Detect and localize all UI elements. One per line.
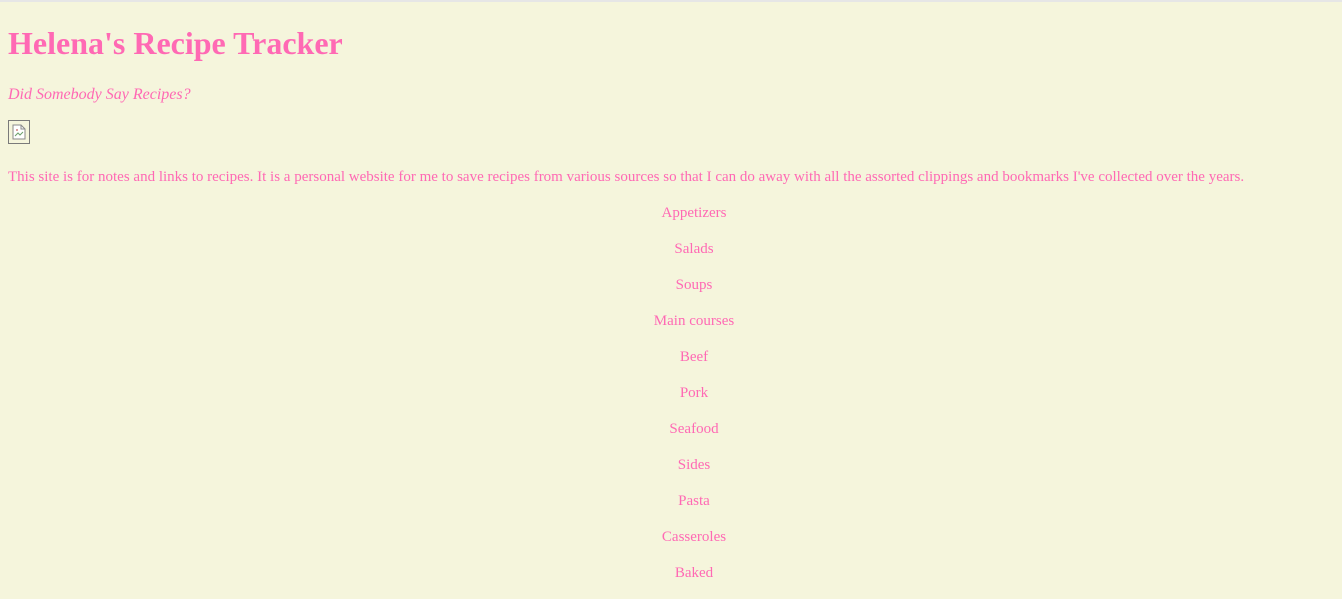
nav-link-salads[interactable]: Salads: [674, 241, 713, 257]
nav-link-main-courses[interactable]: Main courses: [654, 313, 734, 329]
nav-item-beef: Beef: [0, 347, 1342, 383]
nav-link-beef[interactable]: Beef: [680, 349, 708, 365]
nav-link-appetizers[interactable]: Appetizers: [662, 205, 727, 221]
nav-item-salads: Salads: [0, 239, 1342, 275]
nav-item-sides: Sides: [0, 455, 1342, 491]
nav-link-soups[interactable]: Soups: [676, 277, 713, 293]
nav-item-casseroles: Casseroles: [0, 527, 1342, 563]
nav-item-soups: Soups: [0, 275, 1342, 311]
nav-link-casseroles[interactable]: Casseroles: [662, 529, 726, 545]
nav-link-sides[interactable]: Sides: [678, 457, 711, 473]
nav-item-pork: Pork: [0, 383, 1342, 419]
intro-text: This site is for notes and links to reci…: [8, 169, 1245, 185]
nav-link-baked[interactable]: Baked: [675, 565, 713, 581]
header-image: [8, 120, 30, 144]
nav-item-main-courses: Main courses: [0, 311, 1342, 347]
site-tagline: Did Somebody Say Recipes?: [8, 86, 191, 103]
broken-image-icon: [12, 124, 26, 140]
nav-item-seafood: Seafood: [0, 419, 1342, 455]
nav-item-baked: Baked: [0, 563, 1342, 599]
nav-link-seafood[interactable]: Seafood: [669, 421, 718, 437]
nav-item-pasta: Pasta: [0, 491, 1342, 527]
site-title: Helena's Recipe Tracker: [8, 25, 343, 61]
nav-item-appetizers: Appetizers: [0, 203, 1342, 239]
category-nav: Appetizers Salads Soups Main courses Bee…: [0, 203, 1342, 599]
page: Helena's Recipe Tracker Did Somebody Say…: [0, 23, 1342, 581]
nav-link-pork[interactable]: Pork: [680, 385, 708, 401]
nav-link-pasta[interactable]: Pasta: [678, 493, 710, 509]
